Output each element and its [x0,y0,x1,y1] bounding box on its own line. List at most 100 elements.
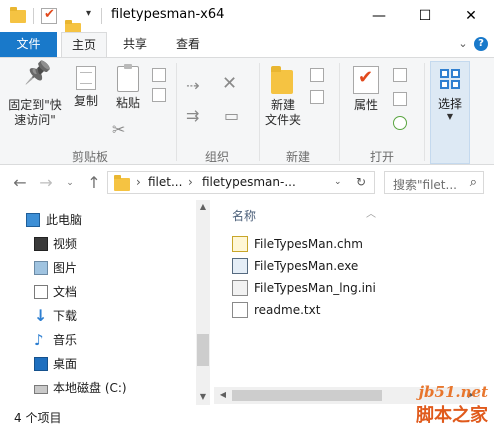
tree-item-documents[interactable]: 文档 [0,280,196,304]
refresh-icon[interactable]: ↻ [356,175,366,189]
search-icon: ⌕ [469,175,477,190]
properties-button[interactable]: 属性 [346,66,386,113]
navigation-scrollbar[interactable]: ▲ ▼ [196,200,210,405]
select-button[interactable]: 选择 ▼ [430,61,470,164]
address-row: ← → ⌄ ↑ › filet... › filetypesman-... ⌄ … [0,165,494,200]
properties-label: 属性 [353,98,378,112]
address-dropdown-icon[interactable]: ⌄ [334,177,342,187]
search-box[interactable]: 搜索"filet... ⌕ [384,171,484,194]
open-icon[interactable] [393,68,407,82]
new-folder-icon [271,66,295,94]
copy-path-icon[interactable] [152,68,166,82]
search-input[interactable]: 搜索"filet... [393,176,457,193]
delete-icon[interactable]: ✕ [222,75,237,93]
copy-label: 复制 [73,94,98,108]
tree-item-local-disk[interactable]: 本地磁盘 (C:) [0,376,196,400]
copy-button[interactable]: 复制 [68,66,104,109]
tree-item-label: 视频 [53,237,78,251]
file-name: FileTypesMan.chm [254,237,363,251]
video-icon [34,237,48,251]
window-title: filetypesman-x64 [111,7,225,22]
tree-item-videos[interactable]: 视频 [0,232,196,256]
expand-ribbon-icon[interactable]: ⌄ [456,37,470,51]
new-folder-button[interactable]: 新建 文件夹 [262,66,304,128]
sort-arrow-icon: ︿ [366,209,376,220]
divider [176,63,177,161]
tree-item-pictures[interactable]: 图片 [0,256,196,280]
tree-item-label: 桌面 [53,357,78,371]
scrollbar-thumb[interactable] [232,390,382,401]
tree-item-label: 图片 [53,261,78,275]
breadcrumb-segment[interactable]: filet... [148,175,182,189]
file-name: FileTypesMan_lng.ini [254,281,376,295]
chevron-down-icon: ▼ [446,112,454,121]
paste-button[interactable]: 粘贴 [110,64,146,111]
chevron-right-icon: › [136,175,141,189]
drive-icon [34,385,48,394]
customize-quick-access-icon[interactable]: ▾ [86,8,91,24]
tree-item-music[interactable]: ♪ 音乐 [0,328,196,352]
folder-icon [114,175,130,191]
back-button[interactable]: ← [10,173,30,193]
tab-view[interactable]: 查看 [165,32,211,57]
new-folder-label-line2: 文件夹 [264,113,301,127]
scrollbar-thumb[interactable] [197,334,209,366]
close-button[interactable]: ✕ [448,0,494,32]
tree-item-desktop[interactable]: 桌面 [0,352,196,376]
maximize-button[interactable]: ☐ [402,0,448,32]
move-to-icon[interactable]: ⇢ [186,78,199,94]
tree-item-label: 音乐 [53,333,78,347]
divider [259,63,260,161]
tree-item-this-pc[interactable]: 此电脑 [0,208,196,232]
column-header-name[interactable]: 名称 ︿ [232,207,376,224]
group-label-new: 新建 [286,150,311,164]
tab-home[interactable]: 主页 [61,32,107,57]
tab-file[interactable]: 文件 [0,32,57,57]
recent-locations-button[interactable]: ⌄ [60,173,80,193]
edit-icon[interactable] [393,92,407,106]
easy-access-icon[interactable] [310,90,324,104]
pin-label-line1: 固定到"快 [8,98,62,112]
pin-icon [22,66,48,94]
copy-to-icon[interactable]: ⇉ [186,108,199,124]
tree-item-label: 下载 [53,309,78,323]
file-name: readme.txt [254,303,321,317]
cut-icon[interactable]: ✂ [112,122,125,138]
pin-to-quick-access-button[interactable]: 固定到"快 速访问" [4,66,66,128]
chevron-right-icon: › [188,175,193,189]
rename-icon[interactable]: ▭ [224,108,239,124]
column-header-label: 名称 [232,209,257,223]
address-bar[interactable]: › filet... › filetypesman-... ⌄ ↻ [107,171,375,194]
new-item-icon[interactable] [310,68,324,82]
watermark: jb51.net 脚本之家 [416,383,488,427]
copy-icon [76,66,96,90]
tab-share[interactable]: 共享 [112,32,158,57]
select-label: 选择 [437,97,462,111]
item-count: 4 个项目 [14,411,62,425]
forward-button[interactable]: → [36,173,56,193]
paste-label: 粘贴 [115,96,140,110]
computer-icon [26,213,40,227]
watermark-line1: jb51.net [418,383,488,401]
paste-shortcut-icon[interactable] [152,88,166,102]
tree-item-label: 文档 [53,285,78,299]
properties-quick-icon[interactable]: ✔ [41,7,57,24]
watermark-line2: 脚本之家 [416,405,488,426]
scroll-up-icon[interactable]: ▲ [196,202,210,211]
scroll-down-icon[interactable]: ▼ [196,392,210,401]
history-icon[interactable] [393,116,407,130]
help-icon[interactable]: ? [474,37,488,51]
minimize-button[interactable]: — [356,0,402,32]
ribbon-tabs: 文件 主页 共享 查看 ⌄ ? [0,32,494,57]
ribbon: 固定到"快 速访问" 复制 粘贴 ✂ 剪贴板 ⇢ ⇉ ✕ ▭ 组织 新建 文件夹… [0,57,494,165]
download-icon: ↓ [34,306,48,325]
tree-item-downloads[interactable]: ↓ 下载 [0,304,196,328]
scroll-left-icon[interactable]: ◀ [216,390,230,399]
select-grid-icon [440,69,460,89]
help-file-icon [232,236,248,252]
tree-item-label: 此电脑 [46,213,83,227]
breadcrumb-segment[interactable]: filetypesman-... [202,175,296,189]
up-button[interactable]: ↑ [84,173,104,193]
paste-icon [117,64,139,92]
file-name: FileTypesMan.exe [254,259,359,273]
